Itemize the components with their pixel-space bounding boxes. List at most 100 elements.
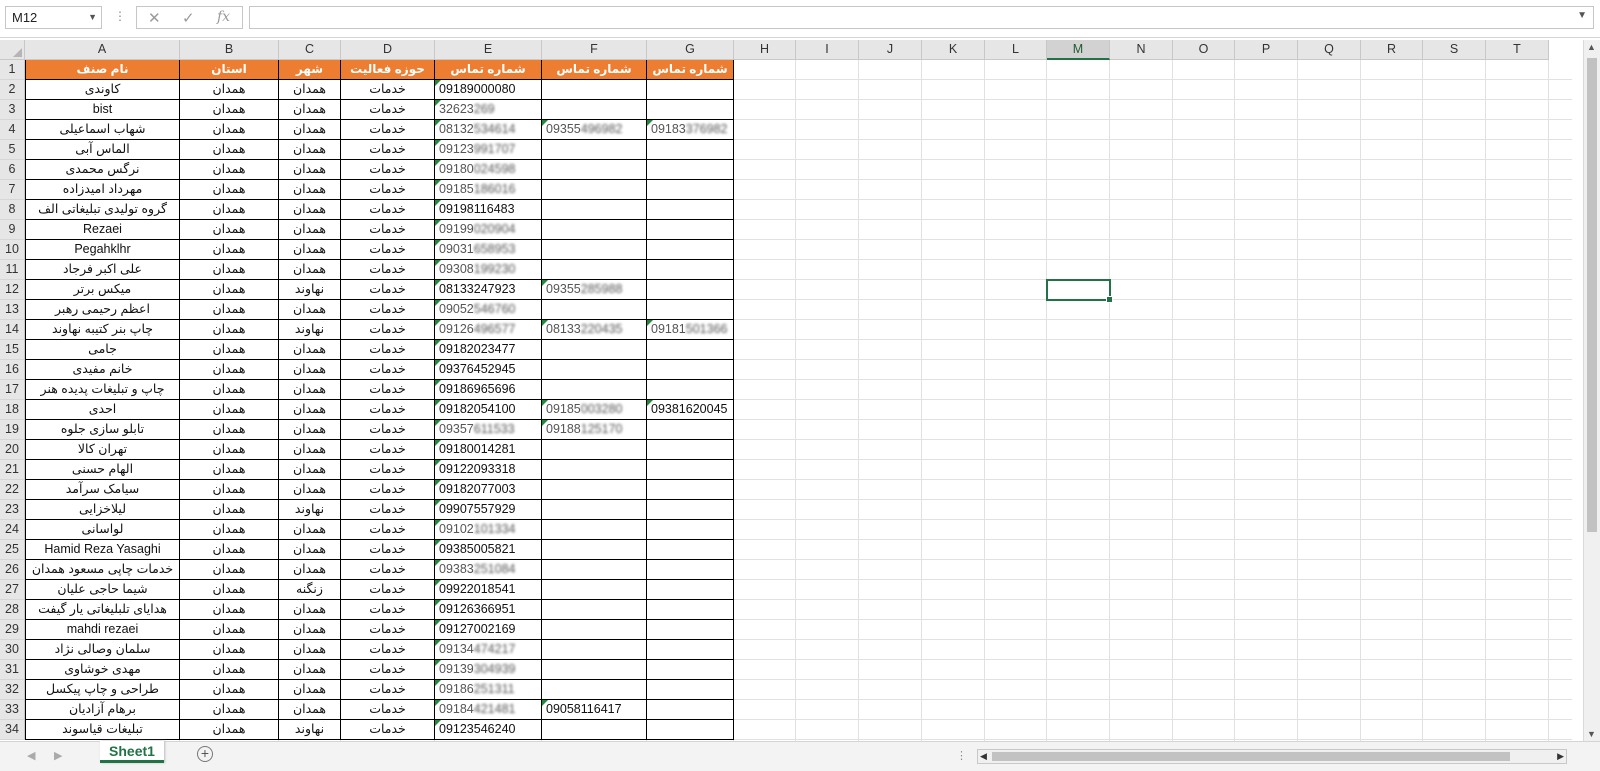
phone-cell[interactable]: 09355285988 [542, 280, 647, 300]
data-cell[interactable]: همدان [279, 700, 341, 720]
data-cell[interactable]: کاوندی [25, 80, 180, 100]
phone-cell[interactable] [542, 460, 647, 480]
data-cell[interactable]: جامی [25, 340, 180, 360]
data-cell[interactable]: همدان [180, 160, 279, 180]
data-cell[interactable]: همدان [180, 580, 279, 600]
data-cell[interactable]: همدان [180, 340, 279, 360]
row-header[interactable]: 14 [0, 320, 25, 340]
phone-cell[interactable] [647, 200, 734, 220]
data-cell[interactable]: همدان [180, 360, 279, 380]
phone-cell[interactable] [647, 600, 734, 620]
chevron-down-icon[interactable]: ▼ [88, 7, 97, 28]
x-icon[interactable]: ✕ [148, 9, 161, 27]
data-cell[interactable]: همدان [279, 520, 341, 540]
phone-cell[interactable] [647, 440, 734, 460]
phone-cell[interactable] [647, 140, 734, 160]
phone-cell[interactable] [647, 540, 734, 560]
data-cell[interactable]: همدان [279, 100, 341, 120]
phone-cell[interactable]: 08133247923 [435, 280, 542, 300]
data-cell[interactable]: همدان [180, 560, 279, 580]
data-cell[interactable]: گروه تولیدی تبلیغاتی الف [25, 200, 180, 220]
data-cell[interactable]: سیامک سرآمد [25, 480, 180, 500]
column-header[interactable]: C [279, 40, 341, 60]
phone-cell[interactable]: 09188125170 [542, 420, 647, 440]
row-header[interactable]: 19 [0, 420, 25, 440]
phone-cell[interactable]: 09922018541 [435, 580, 542, 600]
column-header[interactable]: T [1486, 40, 1549, 60]
column-header[interactable]: I [796, 40, 859, 60]
data-cell[interactable]: همدان [180, 640, 279, 660]
data-cell[interactable]: همدان [279, 420, 341, 440]
data-cell[interactable]: همدان [180, 300, 279, 320]
header-cell[interactable]: شماره تماس [435, 60, 542, 80]
phone-cell[interactable] [647, 380, 734, 400]
phone-cell[interactable] [542, 340, 647, 360]
column-header[interactable]: R [1361, 40, 1423, 60]
data-cell[interactable]: همدان [279, 160, 341, 180]
selected-cell[interactable] [1046, 279, 1113, 303]
data-cell[interactable]: الماس آبی [25, 140, 180, 160]
phone-cell[interactable]: 09182077003 [435, 480, 542, 500]
data-cell[interactable]: همدان [180, 600, 279, 620]
row-header[interactable]: 21 [0, 460, 25, 480]
scroll-left-icon[interactable]: ◀ [980, 750, 987, 763]
data-cell[interactable]: همدان [180, 440, 279, 460]
phone-cell[interactable] [542, 100, 647, 120]
data-cell[interactable]: همدان [279, 220, 341, 240]
formula-input[interactable]: ▼ [249, 6, 1594, 29]
data-cell[interactable]: همدان [279, 380, 341, 400]
phone-cell[interactable]: 09031658953 [435, 240, 542, 260]
column-header[interactable]: B [180, 40, 279, 60]
data-cell[interactable]: خدمات [341, 140, 435, 160]
phone-cell[interactable] [647, 560, 734, 580]
row-header[interactable]: 16 [0, 360, 25, 380]
phone-cell[interactable] [542, 360, 647, 380]
data-cell[interactable]: خدمات [341, 480, 435, 500]
phone-cell[interactable] [542, 560, 647, 580]
data-cell[interactable]: همدان [279, 200, 341, 220]
phone-cell[interactable] [542, 540, 647, 560]
data-cell[interactable]: همدان [279, 540, 341, 560]
header-cell[interactable]: حوزه فعالیت [341, 60, 435, 80]
vertical-scrollbar[interactable]: ▲ ▼ [1583, 40, 1600, 741]
phone-cell[interactable]: 09134474217 [435, 640, 542, 660]
phone-cell[interactable] [542, 260, 647, 280]
data-cell[interactable]: همدان [279, 680, 341, 700]
phone-cell[interactable] [647, 420, 734, 440]
data-cell[interactable]: سلمان وصالی نژاد [25, 640, 180, 660]
column-header[interactable]: G [647, 40, 734, 60]
data-cell[interactable]: خدمات [341, 460, 435, 480]
data-cell[interactable]: همدان [279, 480, 341, 500]
data-cell[interactable]: مهرداد امیدزاده [25, 180, 180, 200]
phone-cell[interactable] [647, 300, 734, 320]
phone-cell[interactable]: 09127002169 [435, 620, 542, 640]
phone-cell[interactable] [542, 160, 647, 180]
phone-cell[interactable] [647, 620, 734, 640]
data-cell[interactable]: همدان [180, 420, 279, 440]
data-cell[interactable]: همدان [279, 620, 341, 640]
column-header[interactable]: Q [1298, 40, 1361, 60]
data-cell[interactable]: خدمات [341, 720, 435, 740]
data-cell[interactable]: خدمات [341, 520, 435, 540]
row-header[interactable]: 10 [0, 240, 25, 260]
data-cell[interactable]: همدان [279, 460, 341, 480]
phone-cell[interactable]: 08132534614 [435, 120, 542, 140]
data-cell[interactable]: همدان [180, 120, 279, 140]
phone-cell[interactable]: 09185186016 [435, 180, 542, 200]
data-cell[interactable]: خانم مفیدی [25, 360, 180, 380]
phone-cell[interactable] [542, 500, 647, 520]
data-cell[interactable]: همدان [180, 200, 279, 220]
phone-cell[interactable]: 09123546240 [435, 720, 542, 740]
data-cell[interactable]: همدان [279, 140, 341, 160]
next-sheet-icon[interactable]: ▶ [54, 749, 62, 762]
phone-cell[interactable] [542, 580, 647, 600]
row-header[interactable]: 34 [0, 720, 25, 740]
phone-cell[interactable]: 09182023477 [435, 340, 542, 360]
phone-cell[interactable] [647, 480, 734, 500]
header-cell[interactable]: شهر [279, 60, 341, 80]
data-cell[interactable]: خدمات [341, 680, 435, 700]
phone-cell[interactable] [647, 500, 734, 520]
row-header[interactable]: 27 [0, 580, 25, 600]
data-cell[interactable]: همدان [279, 660, 341, 680]
column-header[interactable]: F [542, 40, 647, 60]
